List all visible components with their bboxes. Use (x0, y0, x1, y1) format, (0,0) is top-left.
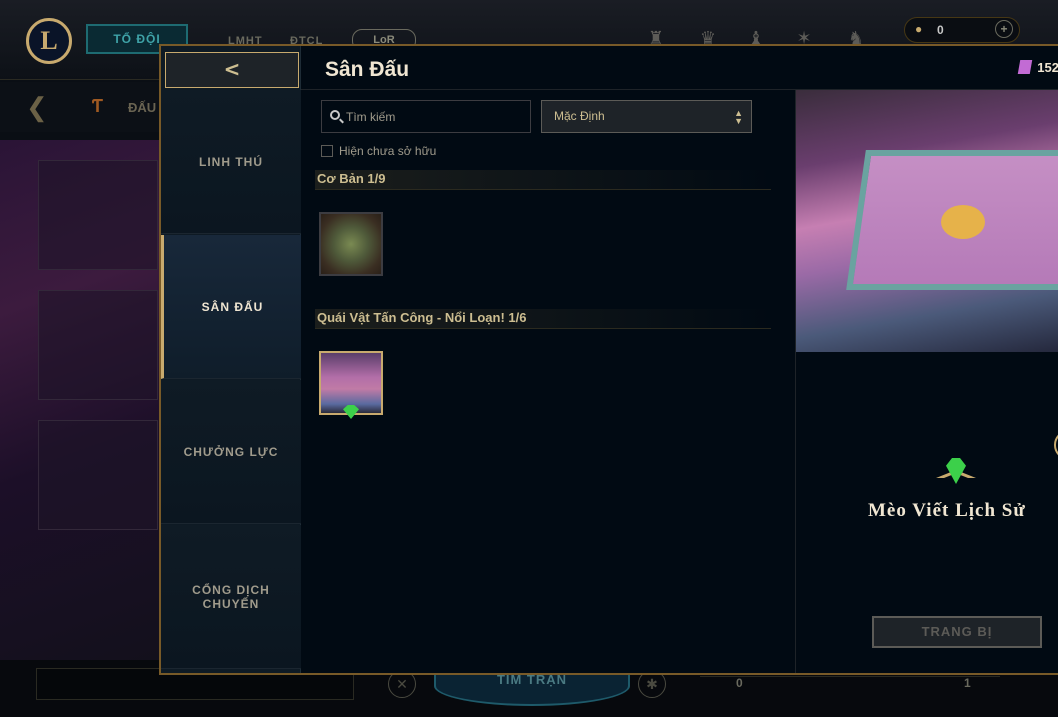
back-button[interactable]: < (165, 52, 299, 88)
tft-icon: Ƭ (92, 96, 103, 116)
rp-amount: 152 (1037, 60, 1058, 75)
arena-preview-image (796, 90, 1058, 352)
bg-back-icon[interactable]: ❮ (26, 92, 48, 123)
arena-emblem-shape (941, 205, 985, 239)
sidebar-item-companions[interactable]: LINH THÚ (161, 90, 301, 234)
arena-name: Mèo Viết Lịch Sử (868, 500, 1026, 521)
bg-card (38, 290, 158, 400)
equipped-gem-icon (343, 405, 359, 419)
section-basic-header: Cơ Bản 1/9 (315, 170, 771, 190)
show-unowned-toggle[interactable]: Hiện chưa sở hữu (321, 144, 436, 158)
modal-sidebar: < LINH THÚ SÂN ĐẤU CHƯỞNG LỰC CỔNG DỊCH … (161, 46, 301, 673)
search-icon (330, 110, 340, 120)
owned-label: Hiện chưa sở hữu (339, 144, 437, 158)
sidebar-item-portals[interactable]: CỔNG DỊCH CHUYỂN (161, 525, 301, 669)
currency-box: ● 0 + (904, 17, 1020, 43)
bg-panel (0, 140, 160, 660)
equip-button[interactable]: TRANG BỊ (872, 616, 1042, 648)
slider-max: 1 (964, 676, 971, 690)
sidebar-item-booms[interactable]: CHƯỞNG LỰC (161, 380, 301, 524)
bg-card (38, 160, 158, 270)
rp-balance: 152 (1018, 60, 1058, 75)
section-monsters-header: Quái Vật Tấn Công - Nổi Loạn! 1/6 (315, 309, 771, 329)
client-window: L TỔ ĐỘI LMHT ĐTCL LoR ♜ ♛ ♝ ✶ ♞ ● 0 + ❮… (0, 0, 1058, 717)
slider-min: 0 (736, 676, 743, 690)
arena-thumb-basic[interactable] (319, 212, 383, 276)
bg-card (38, 420, 158, 530)
essence-icon: ● (915, 22, 923, 36)
bg-tab-label[interactable]: ĐẤU (128, 100, 156, 115)
equipped-gem-large-icon (936, 458, 976, 488)
sidebar-item-arenas[interactable]: SÂN ĐẤU (161, 235, 301, 379)
modal-header: Sân Đấu 152 (301, 46, 1058, 90)
arena-thumb-selected[interactable] (319, 351, 383, 419)
arena-preview-panel: Mèo Viết Lịch Sử TRANG BỊ (795, 90, 1058, 673)
page-title: Sân Đấu (325, 58, 410, 81)
chevron-updown-icon: ▲ ▼ (734, 108, 743, 126)
add-currency-icon[interactable]: + (995, 20, 1013, 38)
unowned-checkbox[interactable] (321, 145, 333, 157)
league-logo-icon: L (26, 18, 72, 64)
sort-value: Mặc Định (554, 109, 605, 123)
sort-dropdown[interactable]: Mặc Định ▲ ▼ (541, 100, 752, 133)
search-box[interactable] (321, 100, 531, 133)
currency-value: 0 (937, 23, 944, 37)
collection-modal: < LINH THÚ SÂN ĐẤU CHƯỞNG LỰC CỔNG DỊCH … (159, 44, 1058, 675)
rotate-view-icon[interactable] (1054, 430, 1058, 460)
search-input[interactable] (346, 108, 526, 126)
bg-slider[interactable] (700, 676, 1000, 690)
rp-icon (1018, 60, 1033, 74)
arena-list-panel: Mặc Định ▲▼ Hiện chưa sở hữu Cơ Bản 1/9 … (301, 90, 795, 673)
gem-icon (946, 458, 966, 484)
